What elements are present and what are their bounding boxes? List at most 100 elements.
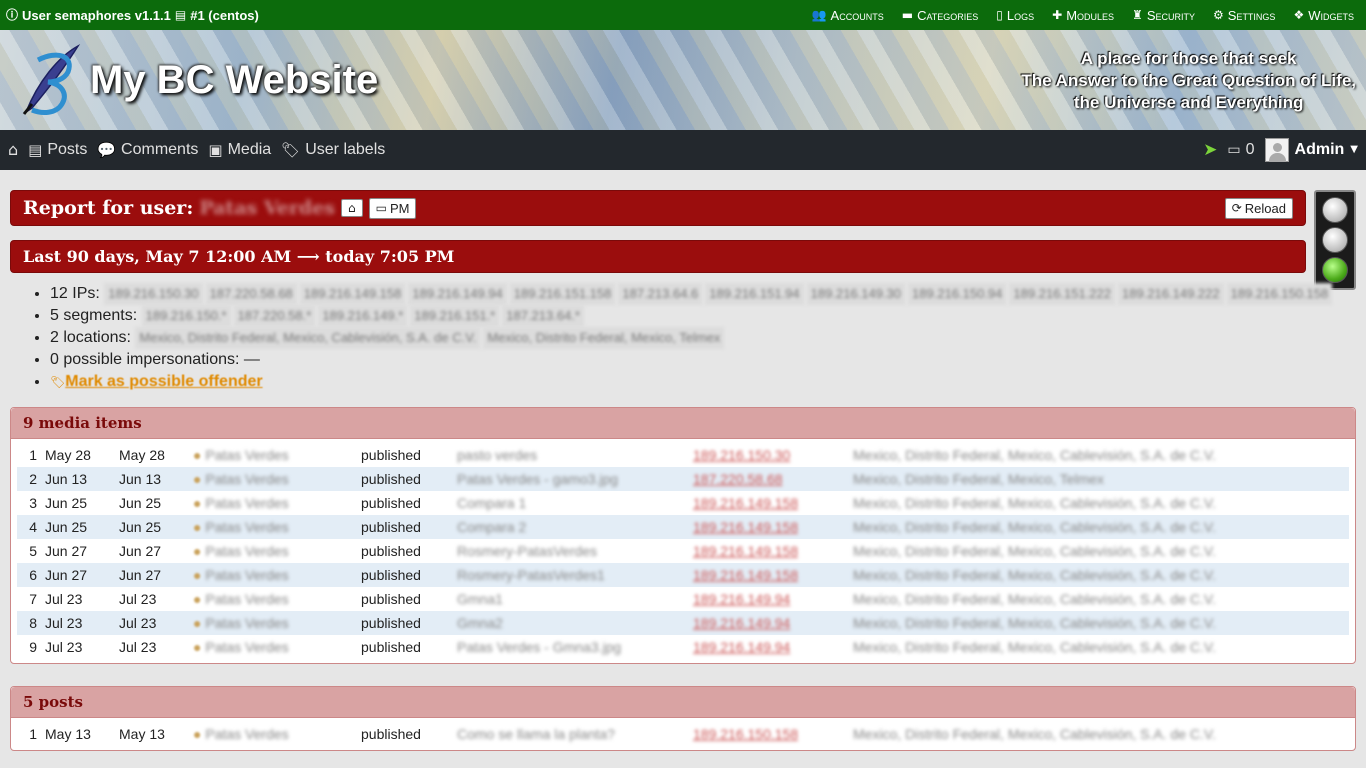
semaphore-light-yellow bbox=[1322, 227, 1348, 253]
row-number: 4 bbox=[17, 515, 39, 539]
nav-posts[interactable]: ▤ Posts bbox=[28, 141, 87, 159]
menu-widgets[interactable]: ❖ Widgets bbox=[1293, 8, 1354, 23]
status-cell: published bbox=[361, 543, 421, 559]
ip-chip[interactable]: 189.216.150.94 bbox=[908, 283, 1007, 305]
ip-chip[interactable]: 189.216.149.94 bbox=[408, 283, 507, 305]
ip-chip[interactable]: 187.213.64.6 bbox=[618, 283, 703, 305]
status-cell: published bbox=[361, 447, 421, 463]
menu-logs[interactable]: ▯ Logs bbox=[996, 8, 1034, 23]
item-title[interactable]: pasto verdes bbox=[451, 443, 687, 467]
ip-link[interactable]: 187.220.58.68 bbox=[687, 467, 847, 491]
ip-chip[interactable]: 189.216.150.158 bbox=[1226, 283, 1333, 305]
author-cell[interactable]: ● Patas Verdes bbox=[187, 491, 355, 515]
media-panel: 9 media items 1 May 28 May 28 ● Patas Verde… bbox=[10, 407, 1356, 664]
reload-button[interactable]: ⟳ Reload bbox=[1224, 197, 1293, 219]
refresh-icon: ⟳ bbox=[1231, 201, 1242, 215]
segment-chip[interactable]: 187.213.64.* bbox=[502, 305, 584, 327]
nav-media[interactable]: ▣ Media bbox=[208, 141, 271, 159]
messages-button[interactable]: ▭ 0 bbox=[1227, 141, 1254, 159]
ip-chip[interactable]: 187.220.58.68 bbox=[205, 283, 297, 305]
info-icon: ⓘ bbox=[6, 8, 19, 22]
menu-categories[interactable]: ▬ Categories bbox=[902, 8, 979, 23]
user-menu[interactable]: Admin ▼ bbox=[1264, 138, 1358, 162]
author-cell[interactable]: ● Patas Verdes bbox=[187, 539, 355, 563]
user-avatar-icon: ● bbox=[193, 726, 206, 742]
item-title[interactable]: Rosmery-PatasVerdes1 bbox=[451, 563, 687, 587]
ip-link[interactable]: 189.216.149.158 bbox=[687, 515, 847, 539]
item-title[interactable]: Como se llama la planta? bbox=[451, 722, 687, 746]
ip-link[interactable]: 189.216.149.94 bbox=[687, 635, 847, 659]
item-title[interactable]: Gmna1 bbox=[451, 587, 687, 611]
ip-link[interactable]: 189.216.149.158 bbox=[687, 539, 847, 563]
mark-offender-link[interactable]: Mark as possible offender bbox=[65, 373, 262, 390]
ip-chip[interactable]: 189.216.149.158 bbox=[299, 283, 406, 305]
pm-button[interactable]: ▭ PM bbox=[368, 197, 417, 219]
ip-chip[interactable]: 189.216.150.30 bbox=[104, 283, 203, 305]
modified-date: May 28 bbox=[119, 447, 165, 463]
row-number: 1 bbox=[29, 447, 37, 463]
user-home-button[interactable]: ⌂ bbox=[341, 199, 363, 217]
menu-modules[interactable]: ✚ Modules bbox=[1052, 8, 1114, 23]
author-cell[interactable]: ● Patas Verdes bbox=[187, 467, 355, 491]
file-icon: ▯ bbox=[996, 8, 1003, 22]
ips-item: 12 IPs: 189.216.150.30187.220.58.68189.2… bbox=[50, 283, 1356, 305]
puzzle-icon: ✚ bbox=[1052, 8, 1063, 22]
segment-chip[interactable]: 189.216.149.* bbox=[318, 305, 408, 327]
locations-item: 2 locations: Mexico, Distrito Federal, M… bbox=[50, 327, 1356, 349]
messages-count: 0 bbox=[1245, 141, 1255, 158]
item-title[interactable]: Gmna2 bbox=[451, 611, 687, 635]
site-logo[interactable] bbox=[18, 42, 82, 118]
menu-settings[interactable]: ⚙ Settings bbox=[1213, 8, 1275, 23]
users-icon: 👥 bbox=[811, 8, 827, 22]
item-title[interactable]: Rosmery-PatasVerdes bbox=[451, 539, 687, 563]
status-cell: published bbox=[355, 467, 451, 491]
ips-list: 189.216.150.30 187.220.58.68 189.216.149.1… bbox=[104, 283, 1335, 305]
ip-chip[interactable]: 189.216.149.222 bbox=[1118, 283, 1224, 305]
table-row: 6 Jun 27 Jun 27 ● Patas Verdes published Rosm… bbox=[17, 563, 1349, 587]
author-cell[interactable]: ● Patas Verdes bbox=[187, 515, 355, 539]
segments-item: 5 segments: 189.216.150.*187.220.58.*189… bbox=[50, 305, 1356, 327]
ip-link[interactable]: 189.216.149.94 bbox=[687, 587, 847, 611]
site-tagline: A place for those that seek The Answer t… bbox=[1021, 49, 1356, 112]
location-cell: Mexico, Distrito Federal, Mexico, Cablev… bbox=[847, 611, 1349, 635]
ip-link[interactable]: 189.216.149.158 bbox=[687, 563, 847, 587]
site-header: My BC Website A place for those that see… bbox=[0, 30, 1366, 130]
item-title[interactable]: Patas Verdes - Gmna3.jpg bbox=[451, 635, 687, 659]
ip-link[interactable]: 189.216.149.94 bbox=[687, 611, 847, 635]
ip-chip[interactable]: 189.216.151.222 bbox=[1009, 283, 1116, 305]
location-chip[interactable]: Mexico, Distrito Federal, Mexico, Cablev… bbox=[135, 327, 481, 349]
segment-chip[interactable]: 189.216.150.* bbox=[141, 305, 231, 327]
report-username[interactable]: Patas Verdes bbox=[199, 197, 335, 219]
nav-user-labels[interactable]: 🏷 User labels bbox=[281, 141, 385, 159]
send-button[interactable]: ➤ bbox=[1203, 141, 1217, 159]
ip-link[interactable]: 189.216.149.158 bbox=[687, 491, 847, 515]
menu-security[interactable]: ♜ Security bbox=[1132, 8, 1195, 23]
comments-icon: 💬 bbox=[97, 140, 117, 159]
ip-chip[interactable]: 189.216.149.30 bbox=[806, 283, 906, 305]
ip-link[interactable]: 189.216.150.158 bbox=[687, 722, 847, 746]
user-avatar-icon: ● bbox=[193, 567, 206, 583]
item-title[interactable]: Patas Verdes - gamo3.jpg bbox=[451, 467, 687, 491]
home-link[interactable]: ⌂ bbox=[8, 142, 18, 158]
nav-comments[interactable]: 💬 Comments bbox=[97, 141, 198, 159]
author-cell[interactable]: ● Patas Verdes bbox=[187, 635, 355, 659]
location-chip[interactable]: Mexico, Distrito Federal, Mexico, Telmex bbox=[483, 327, 725, 349]
item-title[interactable]: Compara 1 bbox=[451, 491, 687, 515]
author-cell[interactable]: ● Patas Verdes bbox=[187, 563, 355, 587]
author-cell[interactable]: ● Patas Verdes bbox=[187, 611, 355, 635]
item-title[interactable]: Compara 2 bbox=[451, 515, 687, 539]
site-title[interactable]: My BC Website bbox=[90, 58, 378, 103]
menu-accounts[interactable]: 👥 Accounts bbox=[812, 8, 884, 23]
author-cell[interactable]: ● Patas Verdes bbox=[187, 443, 355, 467]
ip-chip[interactable]: 189.216.151.158 bbox=[509, 283, 616, 305]
author-cell[interactable]: ● Patas Verdes bbox=[187, 722, 355, 746]
author-cell[interactable]: ● Patas Verdes bbox=[187, 587, 355, 611]
location-cell: Mexico, Distrito Federal, Mexico, Cablev… bbox=[853, 639, 1216, 655]
modified-date: Jun 25 bbox=[119, 495, 162, 511]
locations-list: Mexico, Distrito Federal, Mexico, Cablev… bbox=[135, 327, 727, 349]
row-number: 3 bbox=[29, 495, 37, 511]
segment-chip[interactable]: 187.220.58.* bbox=[233, 305, 316, 327]
ip-chip[interactable]: 189.216.151.94 bbox=[705, 283, 804, 305]
segment-chip[interactable]: 189.216.151.* bbox=[410, 305, 500, 327]
ip-link[interactable]: 189.216.150.30 bbox=[687, 443, 847, 467]
